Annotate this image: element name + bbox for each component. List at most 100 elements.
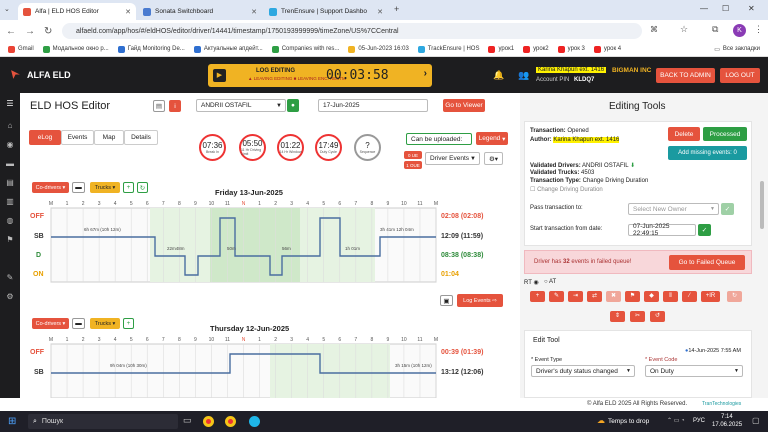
language-indicator[interactable]: РУС — [693, 418, 705, 424]
alfa-logo[interactable]: ALFA ELD — [10, 69, 71, 80]
clock-time[interactable]: 7:14 — [721, 414, 733, 420]
rt-radio[interactable]: RT ◉ — [524, 279, 539, 286]
shirt-tool-icon[interactable]: ◆ — [644, 291, 659, 302]
document-icon[interactable]: ▤ — [5, 178, 15, 188]
edge-icon[interactable] — [249, 416, 260, 427]
taskbar-search[interactable]: ⌕ Пошук — [28, 414, 178, 429]
flag-icon[interactable]: ⚑ — [5, 235, 15, 245]
truck-view-button[interactable]: ▬ — [72, 182, 85, 193]
minimize-icon[interactable]: — — [700, 4, 708, 13]
driver-profile-button[interactable]: ● — [287, 99, 299, 112]
bookmark-item[interactable]: урок 3 — [557, 45, 585, 53]
driver-select[interactable]: ANDRII OSTAFIL ▼ — [196, 99, 286, 112]
processed-button[interactable]: Processed — [703, 127, 747, 141]
log-editing-timer[interactable]: ▶ LOG EDITING ▲ LEAVING EDITING ■ LEAVIN… — [208, 64, 432, 87]
sync-tool-icon[interactable]: ↻ — [727, 291, 742, 302]
new-owner-select[interactable]: Select New Owner ▼ — [628, 203, 719, 215]
home-icon[interactable]: ⌂ — [5, 121, 15, 131]
go-to-failed-queue-button[interactable]: Go to Failed Queue — [669, 255, 745, 270]
chart-icon[interactable]: ▥ — [5, 197, 15, 207]
maximize-icon[interactable]: ☐ — [722, 4, 729, 13]
tab-details[interactable]: Details — [124, 130, 158, 145]
tab-map[interactable]: Map — [94, 130, 124, 145]
start-date-field[interactable]: 07-Jun-2025 22:49:15 — [628, 223, 696, 237]
bookmark-item[interactable]: Актуальные апдейт... — [193, 45, 263, 53]
shift-tool-icon[interactable]: ⇥ — [568, 291, 583, 302]
at-radio[interactable]: ○ AT — [544, 279, 556, 285]
add-button[interactable]: + — [123, 182, 134, 193]
trash-tool-icon[interactable]: ✖ — [606, 291, 621, 302]
reload-icon[interactable]: ↻ — [44, 26, 52, 37]
browser-tab-alfa[interactable]: Alfa | ELD HOS Editor ✕ — [18, 3, 136, 20]
weather-icon[interactable]: ☁ — [597, 416, 605, 425]
driver-events-select[interactable]: Driver Events ▼ — [425, 152, 480, 165]
go-to-viewer-button[interactable]: Go to Viewer — [443, 99, 485, 112]
bookmark-item[interactable]: урок 4 — [593, 45, 621, 53]
close-window-icon[interactable]: ✕ — [748, 4, 755, 13]
cut-tool-icon[interactable]: ✂ — [630, 311, 645, 322]
wrench-icon[interactable]: ✎ — [5, 273, 15, 283]
browser-tab-trackensure[interactable]: TrenEnsure | Support Dashbo ✕ — [264, 3, 388, 20]
back-icon[interactable]: ← — [6, 26, 16, 37]
chevron-right-icon[interactable]: › — [424, 68, 427, 79]
date-picker[interactable]: 17-Jun-2025 — [318, 99, 428, 112]
play-icon[interactable]: ▶ — [213, 69, 226, 82]
flag-tool-icon[interactable]: ⚑ — [625, 291, 640, 302]
bookmark-item[interactable]: Гайд Monitoring De... — [117, 45, 185, 53]
chrome-icon[interactable] — [203, 416, 214, 427]
event-code-select[interactable]: On Duty ▼ — [645, 365, 743, 377]
settings-dropdown-button[interactable]: ⚙▾ — [484, 152, 503, 165]
swap-tool-icon[interactable]: ⇄ — [587, 291, 602, 302]
bookmark-star-icon[interactable]: ☆ — [680, 24, 688, 35]
user-icon[interactable]: 👥 — [518, 70, 529, 81]
menu-icon[interactable]: ☰ — [5, 99, 15, 109]
task-view-icon[interactable]: ▭ — [183, 415, 192, 426]
co-drivers-button[interactable]: Co-drivers ▾ — [32, 182, 69, 193]
tab-elog[interactable]: eLog — [29, 130, 61, 145]
pencil-tool-icon[interactable]: ✎ — [549, 291, 564, 302]
close-tab-icon[interactable]: ✕ — [377, 8, 383, 16]
dashboard-icon[interactable]: ◉ — [5, 140, 15, 150]
back-to-admin-button[interactable]: BACK TO ADMIN — [656, 68, 715, 83]
download-icon[interactable]: ⬇ — [630, 163, 635, 169]
truck-view-button[interactable]: ▬ — [72, 318, 85, 329]
url-field[interactable]: alfaeld.com/app/hos/#/eldHOS/editor/driv… — [62, 23, 642, 39]
all-bookmarks[interactable]: ▭ Все закладки — [714, 46, 760, 53]
tab-search-icon[interactable]: ⌄ — [4, 5, 13, 14]
bookmark-item[interactable]: TrackEnsure | HOS — [417, 45, 479, 53]
browser-tab-sonata[interactable]: Sonata Switchboard ✕ — [138, 3, 262, 20]
refresh-button[interactable]: ↻ — [137, 182, 148, 193]
bookmark-item[interactable]: Gmail — [8, 45, 34, 53]
legend-button[interactable]: Legend ▾ — [476, 132, 508, 145]
bookmark-item[interactable]: 05-Jun-2023 16:03 — [348, 45, 409, 53]
signal-icon[interactable]: ◍ — [5, 216, 15, 226]
extensions-icon[interactable]: ⧉ — [712, 24, 718, 35]
notification-icon[interactable]: ▢ — [752, 416, 760, 425]
logout-button[interactable]: LOG OUT — [720, 68, 760, 83]
chrome-2-icon[interactable] — [225, 416, 236, 427]
trucks-button[interactable]: Trucks ▾ — [90, 182, 120, 193]
plus-tool-icon[interactable]: + — [530, 291, 545, 302]
bookmark-item[interactable]: урок1 — [488, 45, 514, 53]
close-tab-icon[interactable]: ✕ — [251, 8, 257, 16]
confirm-pass-button[interactable]: ✓ — [721, 203, 734, 215]
close-tab-icon[interactable]: ✕ — [125, 8, 131, 16]
trucks-button[interactable]: Trucks ▾ — [90, 318, 120, 329]
columns-tool-icon[interactable]: ⦀ — [663, 291, 678, 302]
clock-date[interactable]: 17.06.2025 — [712, 422, 742, 428]
image-button[interactable]: ▣ — [440, 295, 453, 306]
document-button[interactable]: ▤ — [153, 100, 165, 112]
log-events-button[interactable]: Log Events ⇨ — [457, 294, 503, 307]
bookmark-item[interactable]: Companies with res... — [271, 45, 339, 53]
tab-events[interactable]: Events — [61, 130, 94, 145]
windows-start-icon[interactable]: ⊞ — [8, 416, 16, 427]
profile-avatar[interactable]: K — [733, 24, 746, 37]
forward-icon[interactable]: → — [25, 26, 35, 37]
bookmark-item[interactable]: урок2 — [523, 45, 549, 53]
undo-tool-icon[interactable]: ↺ — [650, 311, 665, 322]
tray-icons[interactable]: ⌃ ▭ ◔ — [667, 417, 685, 424]
wand-tool-icon[interactable]: ⁄ — [682, 291, 697, 302]
panel-scrollbar[interactable] — [760, 181, 764, 229]
split-tool-icon[interactable]: ⇕ — [610, 311, 625, 322]
browser-menu-icon[interactable]: ⋮ — [754, 24, 763, 35]
